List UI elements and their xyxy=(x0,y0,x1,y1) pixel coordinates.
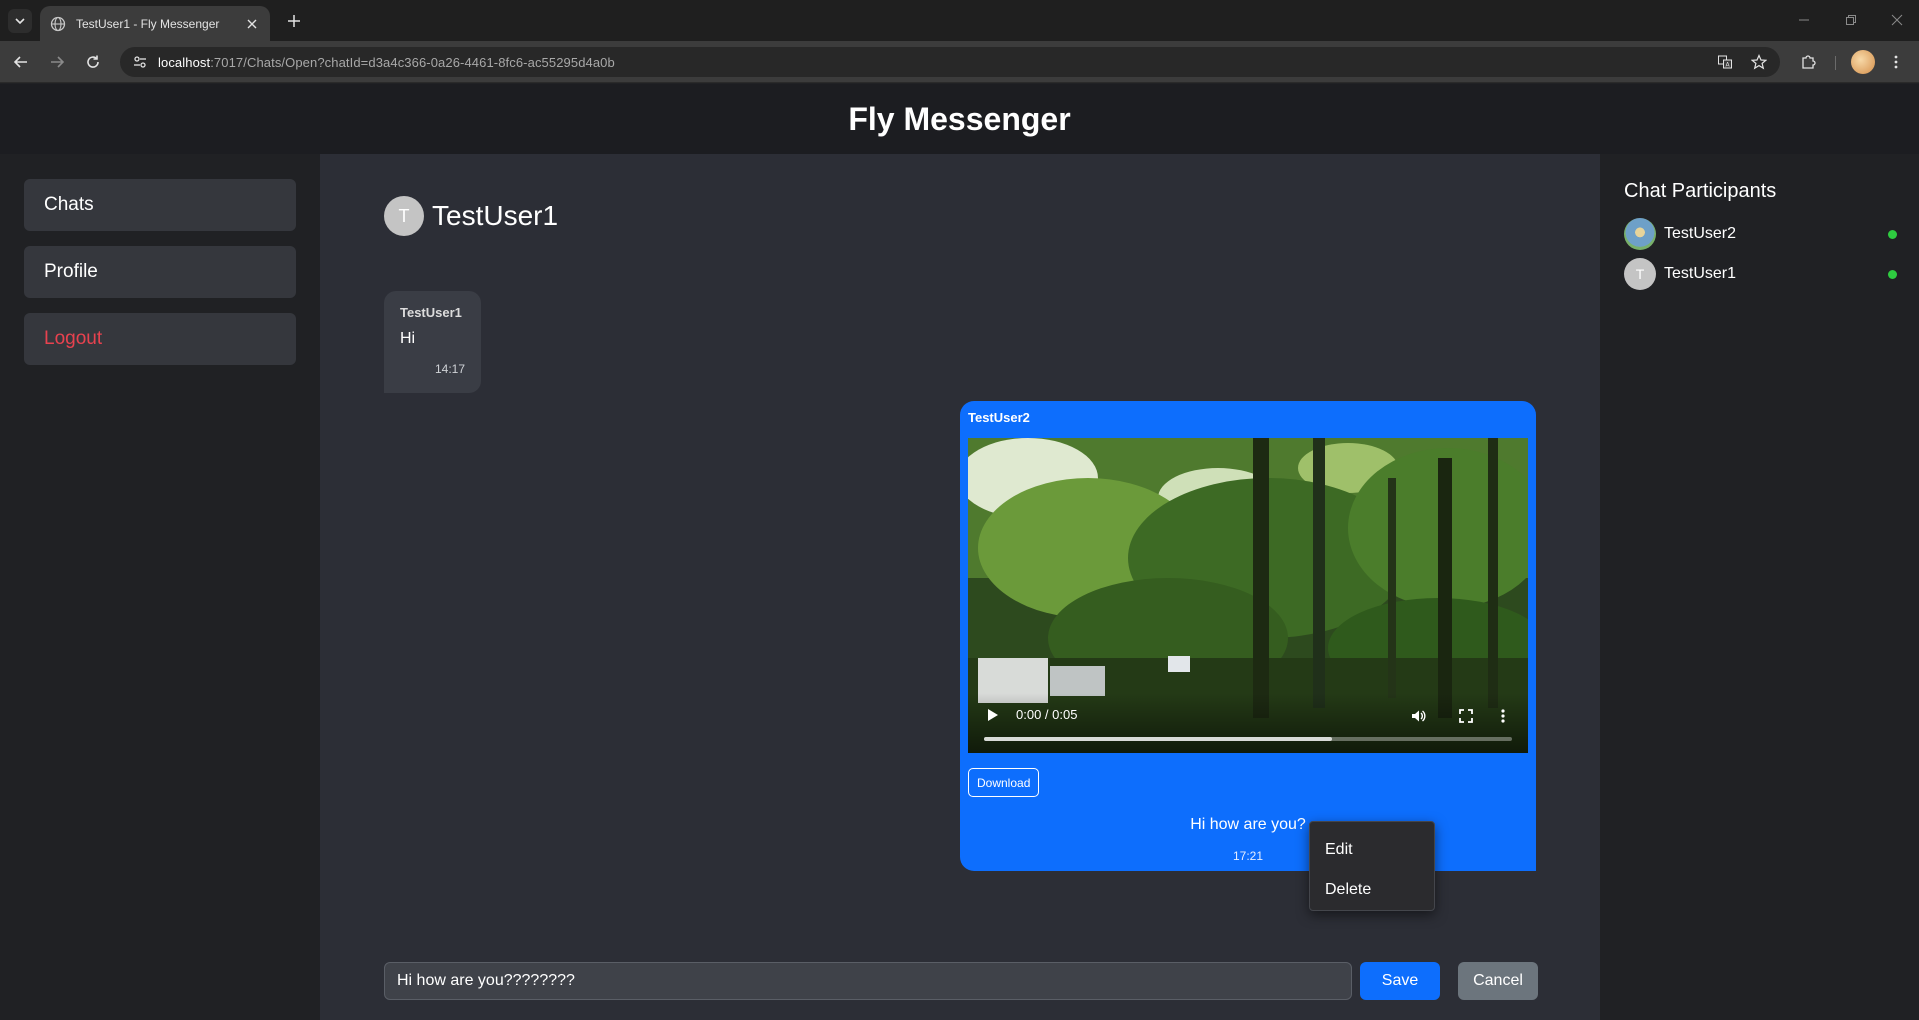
context-menu-edit[interactable]: Edit xyxy=(1310,830,1434,870)
browser-tab-bar: TestUser1 - Fly Messenger xyxy=(0,0,1919,41)
video-progress-track[interactable] xyxy=(984,737,1512,741)
video-controls: 0:00 / 0:05 xyxy=(968,693,1528,753)
bookmark-star-icon[interactable] xyxy=(1744,47,1774,77)
video-player[interactable]: 0:00 / 0:05 xyxy=(968,438,1528,753)
message-context-menu: Edit Delete xyxy=(1309,821,1435,911)
video-buffered-bar xyxy=(984,737,1333,741)
tab-close-icon[interactable] xyxy=(244,16,260,32)
participant-avatar: T xyxy=(1624,258,1656,290)
browser-menu-kebab-icon[interactable] xyxy=(1884,50,1908,74)
message-composer: Save Cancel xyxy=(384,962,1600,1002)
download-button[interactable]: Download xyxy=(968,768,1040,797)
new-tab-plus-icon[interactable] xyxy=(282,9,306,33)
message-input[interactable] xyxy=(384,962,1352,1000)
address-bar[interactable]: localhost:7017/Chats/Open?chatId=d3a4c36… xyxy=(120,47,1780,77)
close-window-icon[interactable] xyxy=(1885,8,1909,32)
participant-row[interactable]: T TestUser1 xyxy=(1624,258,1897,290)
url-text: localhost:7017/Chats/Open?chatId=d3a4c36… xyxy=(158,55,615,70)
cancel-button[interactable]: Cancel xyxy=(1458,962,1538,1000)
save-button[interactable]: Save xyxy=(1360,962,1440,1000)
participants-title: Chat Participants xyxy=(1624,180,1777,202)
video-more-options-icon[interactable] xyxy=(1493,706,1513,726)
fullscreen-icon[interactable] xyxy=(1456,706,1476,726)
browser-toolbar: localhost:7017/Chats/Open?chatId=d3a4c36… xyxy=(0,41,1919,83)
globe-icon xyxy=(50,16,66,32)
extensions-puzzle-icon[interactable] xyxy=(1796,50,1820,74)
url-host: localhost xyxy=(158,54,211,70)
reload-icon[interactable] xyxy=(81,50,105,74)
sidebar-item-profile[interactable]: Profile xyxy=(24,246,296,298)
message-text: Hi how are you? xyxy=(1190,816,1306,833)
message-time: 17:21 xyxy=(1232,849,1264,863)
message-sender: TestUser1 xyxy=(400,305,462,320)
message-time: 14:17 xyxy=(434,362,465,376)
volume-icon[interactable] xyxy=(1408,706,1428,726)
tab-title: TestUser1 - Fly Messenger xyxy=(76,16,220,31)
play-icon[interactable] xyxy=(984,706,1002,724)
forward-arrow-icon[interactable] xyxy=(45,50,69,74)
restore-window-icon[interactable] xyxy=(1839,8,1863,32)
message-sender: TestUser2 xyxy=(968,410,1030,425)
participant-avatar xyxy=(1624,218,1656,250)
participant-row[interactable]: TestUser2 xyxy=(1624,218,1897,250)
sidebar-item-logout[interactable]: Logout xyxy=(24,313,296,365)
minimize-window-icon[interactable] xyxy=(1792,8,1816,32)
app-title: Fly Messenger xyxy=(848,100,1071,137)
online-status-dot xyxy=(1888,229,1897,239)
tab-list-chevron-icon[interactable] xyxy=(8,9,32,33)
video-time: 0:00 / 0:05 xyxy=(1016,707,1078,722)
browser-tab-active[interactable]: TestUser1 - Fly Messenger xyxy=(40,6,270,41)
chat-header: T TestUser1 xyxy=(384,196,558,236)
participant-name: TestUser2 xyxy=(1664,225,1737,242)
message-outgoing[interactable]: TestUser2 0:00 / 0:05 Download Hi how ar… xyxy=(960,401,1536,871)
site-info-icon[interactable] xyxy=(130,52,150,72)
url-path: :7017/Chats/Open?chatId=d3a4c366-0a26-44… xyxy=(210,54,615,70)
toolbar-divider xyxy=(1835,56,1836,70)
back-arrow-icon[interactable] xyxy=(9,50,33,74)
online-status-dot xyxy=(1888,269,1897,279)
message-incoming[interactable]: TestUser1 Hi 14:17 xyxy=(384,291,481,393)
participants-panel: Chat Participants TestUser2 T TestUser1 xyxy=(1600,154,1919,1020)
message-text: Hi xyxy=(400,330,416,347)
chat-partner-name: TestUser1 xyxy=(432,200,559,231)
app-header: Fly Messenger xyxy=(0,84,1919,154)
chat-partner-avatar: T xyxy=(384,196,424,236)
browser-profile-avatar[interactable] xyxy=(1851,50,1875,74)
sidebar-item-chats[interactable]: Chats xyxy=(24,179,296,231)
participant-name: TestUser1 xyxy=(1664,265,1737,282)
context-menu-delete[interactable]: Delete xyxy=(1310,870,1434,910)
translate-icon[interactable]: A xyxy=(1710,47,1740,77)
sidebar: Chats Profile Logout xyxy=(0,154,320,1020)
